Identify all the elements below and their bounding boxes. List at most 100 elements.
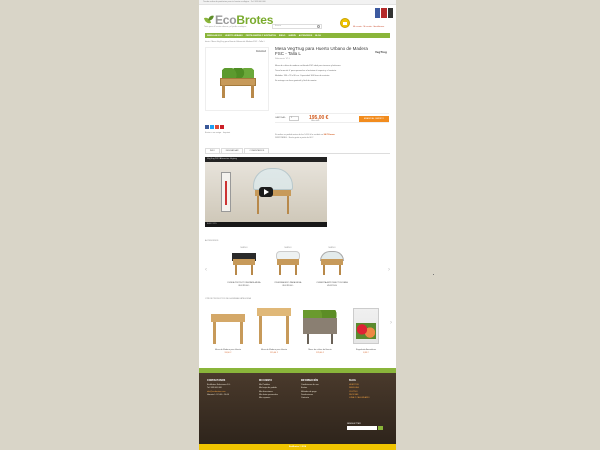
nav-item-riego[interactable]: RIEGO xyxy=(279,35,285,37)
product-tabs: INFO DESCARGAR COMENTARIOS xyxy=(205,148,390,154)
pinterest-icon[interactable] xyxy=(220,125,224,129)
description-line: Se entrega con forro geotextil y fácil d… xyxy=(275,80,317,82)
quantity-label: CANTIDAD: xyxy=(275,117,286,119)
sale-badge: OFERTA xyxy=(256,50,266,52)
delivery-time: 24-72 horas xyxy=(323,134,335,136)
delivery-text: Si realiza su pedido antes de las 14:00 … xyxy=(275,134,324,136)
stock-info: Si realiza su pedido antes de las 14:00 … xyxy=(275,134,387,140)
footer-contact: CONTACTANOS EcoBrotes Soluciones S.L. Te… xyxy=(207,379,247,397)
brand-logo[interactable]: VegTrug xyxy=(375,50,387,54)
google-plus-icon[interactable] xyxy=(215,125,219,129)
buy-bar: CANTIDAD: 1 195,00 € IVA incluido AÑADIR… xyxy=(275,113,389,123)
tab-descargar[interactable]: DESCARGAR xyxy=(220,148,244,153)
facebook-icon[interactable] xyxy=(205,125,209,129)
product-image[interactable]: OFERTA xyxy=(205,47,269,111)
related-product[interactable]: Mesa de Madera para Huerto 99,90 € xyxy=(207,304,249,354)
user-links[interactable]: Mi cuenta · Mi carrito · Identificarse xyxy=(353,26,384,28)
related-image xyxy=(299,304,341,348)
related-product[interactable]: Mesa de cultivo de Huerto 129,00 € xyxy=(299,304,341,354)
product-description: Mesa de cultivo de madera certificada FS… xyxy=(275,65,387,85)
related-price: 99,90 € xyxy=(224,351,232,354)
related-image xyxy=(345,304,387,348)
footer-heading: BLOG xyxy=(349,379,356,382)
cart-icon[interactable] xyxy=(375,8,381,18)
tab-info[interactable]: INFO xyxy=(205,148,220,153)
nav-item-semillas[interactable]: SEMILLAS ECO xyxy=(207,35,222,37)
site-tagline: Todo para el huerto urbano y el jardín e… xyxy=(204,26,247,28)
footer-info: INFORMACIÓN Condiciones de uso Envíos Mé… xyxy=(301,379,341,400)
footer-link[interactable]: LUNA Y CALENDARIO xyxy=(349,397,389,400)
footer-account: MI CUENTA Mis Pedidos Mis bajas de pedid… xyxy=(259,379,295,400)
site-logo[interactable]: EcoBrotes xyxy=(204,13,273,27)
nav-item-jardin[interactable]: JARDÍN xyxy=(288,35,295,37)
nav-item-blog[interactable]: BLOG xyxy=(315,35,321,37)
nav-item-fertilizantes[interactable]: FERTILIZANTES Y SUSTRATOS xyxy=(246,35,276,37)
product-reference: Referencia: VT-L xyxy=(275,58,291,60)
search-input[interactable]: Buscar xyxy=(272,24,322,29)
related-image xyxy=(253,304,295,348)
footer-link[interactable]: Contacto xyxy=(301,397,341,400)
accessory-image xyxy=(271,251,305,279)
new-badge: NUEVO xyxy=(240,247,248,249)
description-line: Medidas: 180 x 78 x 80 cm. Capacidad: 30… xyxy=(275,75,330,77)
newsletter-box: NEWSLETTER xyxy=(347,423,383,430)
search-placeholder: Buscar xyxy=(275,25,282,27)
site-footer: CONTACTANOS EcoBrotes Soluciones S.L. Te… xyxy=(199,368,396,444)
accessory-name: CUBIERTA ANTI INSECTOS PARA VEGTRUG xyxy=(316,282,348,287)
search-icon[interactable] xyxy=(317,25,320,28)
planter-illustration xyxy=(220,68,256,98)
footer-bottom-bar: EcoBrotes © 2014 xyxy=(199,444,396,450)
nav-item-accesorios[interactable]: ACCESORIOS xyxy=(299,35,312,37)
related-product[interactable]: Regaderita Aromáticas 8,95 € xyxy=(345,304,387,354)
share-buttons xyxy=(205,125,224,129)
video-player[interactable]: VegTrug 2013 Alternative Vegtrug 0:00 / … xyxy=(205,157,327,227)
newsletter-submit-button[interactable] xyxy=(378,426,383,430)
footer-heading: INFORMACIÓN xyxy=(301,379,319,382)
newsletter-heading: NEWSLETTER xyxy=(347,423,361,425)
accessory-image xyxy=(227,251,261,279)
cart-badge-icon[interactable] xyxy=(340,18,350,28)
add-to-cart-button[interactable]: AÑADIR AL CARRITO xyxy=(359,116,389,122)
thermometer-graphic xyxy=(221,172,231,212)
related-product[interactable]: Mesa de Madera para Huerto 115,00 € xyxy=(253,304,295,354)
account-icon[interactable] xyxy=(387,8,393,18)
chevron-right-icon[interactable]: › xyxy=(388,267,390,273)
related-heading: OTROS PRODUCTOS DE LA MISMA CATEGORÍA xyxy=(205,298,251,300)
accessory-item[interactable]: NUEVO FUNDA PROTECTORA PARA MESA VEGTRUG… xyxy=(227,247,261,287)
accessory-item[interactable]: NUEVO CUBIERTA ANTI INSECTOS PARA VEGTRU… xyxy=(315,247,349,287)
footer-blog: BLOG HUERTOS SEMILLAS CULTIVO RECETAS LU… xyxy=(349,379,389,400)
footer-heading: MI CUENTA xyxy=(259,379,273,382)
accessories-carousel: ‹ NUEVO FUNDA PROTECTORA PARA MESA VEGTR… xyxy=(205,247,390,297)
description-line: Tiene forma de V para aprovechar al máxi… xyxy=(275,70,337,72)
breadcrumb[interactable]: Inicio › Mesa VegTrug para Huerto Urbano… xyxy=(205,41,265,43)
cart-buttons[interactable] xyxy=(375,8,393,18)
video-controls[interactable]: 0:00 / 2:15 xyxy=(205,222,327,227)
description-line: Mesa de cultivo de madera certificada FS… xyxy=(275,65,342,67)
product-title: Mesa VegTrug para Huerto Urbano de Mader… xyxy=(275,46,368,56)
accessory-image xyxy=(315,251,349,279)
wishlist-icon[interactable] xyxy=(381,8,387,18)
newsletter-email-input[interactable] xyxy=(347,426,377,430)
new-badge: NUEVO xyxy=(284,247,292,249)
chevron-right-icon[interactable]: › xyxy=(390,320,392,326)
share-note[interactable]: Enviar a un amigo · Imprimir xyxy=(205,132,230,134)
web-page: Tienda online de productos para tu huert… xyxy=(199,0,396,450)
play-icon[interactable] xyxy=(259,187,273,197)
related-price: 115,00 € xyxy=(270,351,278,354)
footer-line: Horario: L-V 9:00 - 14:00 xyxy=(207,393,230,396)
footer-link[interactable]: Mis cupones xyxy=(259,397,295,400)
cursor-dot xyxy=(433,274,434,275)
nav-item-huerto[interactable]: HUERTO URBANO xyxy=(225,35,243,37)
accessory-item[interactable]: NUEVO INVERNADERO PARA MESA VEGTRUG L xyxy=(271,247,305,287)
tax-note: IVA incluido xyxy=(311,121,320,122)
quantity-input[interactable]: 1 xyxy=(289,116,299,121)
accessory-name: INVERNADERO PARA MESA VEGTRUG L xyxy=(274,282,302,287)
related-products: Mesa de Madera para Huerto 99,90 € Mesa … xyxy=(205,304,392,364)
related-price: 8,95 € xyxy=(363,351,369,354)
related-image xyxy=(207,304,249,348)
chevron-left-icon[interactable]: ‹ xyxy=(205,267,207,273)
tab-comentarios[interactable]: COMENTARIOS xyxy=(244,148,270,153)
new-badge: NUEVO xyxy=(328,247,336,249)
twitter-icon[interactable] xyxy=(210,125,214,129)
main-nav: SEMILLAS ECO HUERTO URBANO FERTILIZANTES… xyxy=(205,33,390,38)
